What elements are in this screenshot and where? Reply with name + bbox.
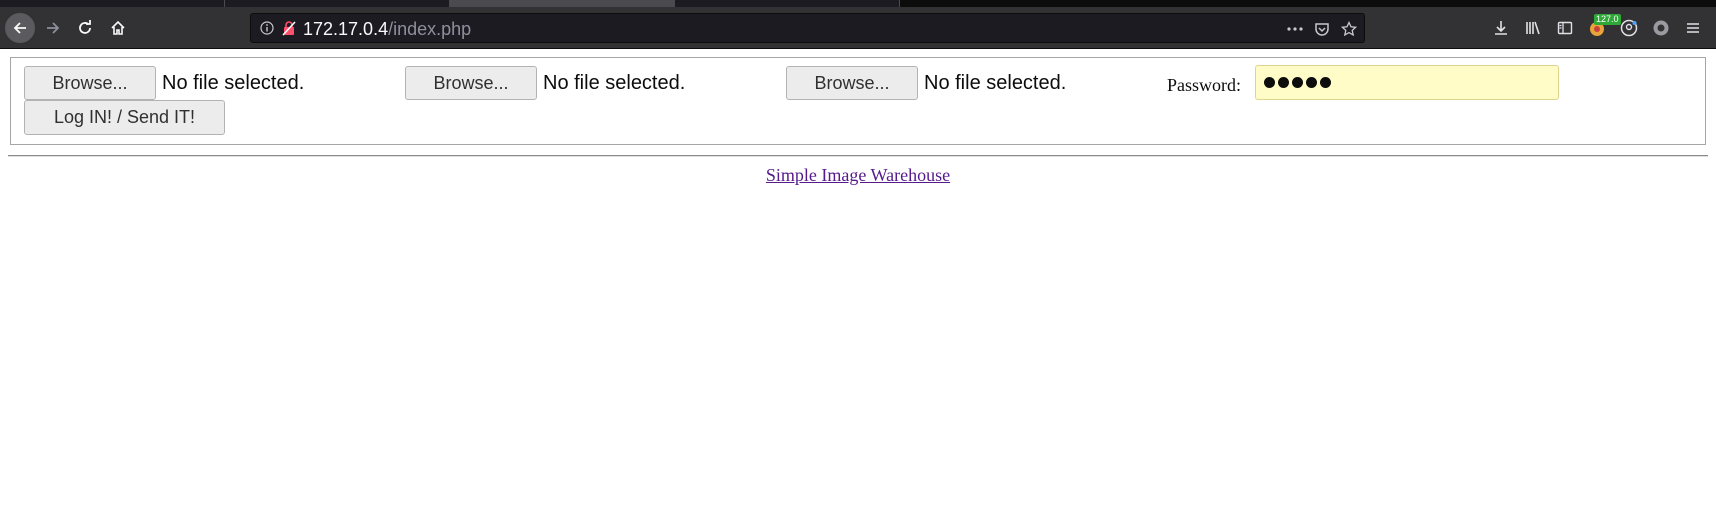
account-icon[interactable]	[1613, 16, 1645, 40]
password-mask-dot	[1320, 77, 1331, 88]
file-status: No file selected.	[924, 71, 1067, 94]
tab-strip	[0, 0, 1716, 7]
browse-button[interactable]: Browse...	[405, 66, 537, 100]
footer: Simple Image Warehouse	[0, 165, 1716, 186]
file-status: No file selected.	[543, 71, 686, 94]
extension-circle-icon[interactable]	[1645, 16, 1677, 40]
info-icon[interactable]	[259, 20, 275, 36]
file-status: No file selected.	[162, 71, 305, 94]
password-input[interactable]	[1255, 65, 1559, 100]
forward-arrow-icon[interactable]	[38, 13, 68, 43]
pocket-icon[interactable]	[1313, 19, 1331, 39]
menu-icon[interactable]	[1677, 16, 1709, 40]
tab[interactable]	[675, 0, 900, 7]
file-input-2[interactable]: Browse... No file selected.	[405, 66, 685, 100]
password-mask-dot	[1264, 77, 1275, 88]
tab[interactable]	[0, 0, 225, 7]
password-mask-dot	[1278, 77, 1289, 88]
url-path: /index.php	[388, 19, 472, 39]
page-actions-icon[interactable]	[1286, 19, 1304, 39]
password-mask-dot	[1292, 77, 1303, 88]
tab[interactable]	[225, 0, 450, 7]
horizontal-divider	[8, 155, 1708, 157]
url-text[interactable]: 172.17.0.4/index.php	[303, 19, 471, 39]
reload-icon[interactable]	[70, 13, 100, 43]
browse-button[interactable]: Browse...	[24, 66, 156, 100]
login-send-button[interactable]: Log IN! / Send IT!	[24, 100, 225, 135]
sidebar-icon[interactable]	[1549, 16, 1581, 40]
insecure-lock-icon[interactable]	[281, 20, 297, 36]
back-arrow-icon[interactable]	[5, 13, 35, 43]
page-content: Browse... No file selected. Browse... No…	[0, 50, 1716, 521]
bookmark-star-icon[interactable]	[1340, 19, 1358, 39]
navigation-toolbar: 172.17.0.4/index.php 127.0	[0, 7, 1716, 49]
downloads-icon[interactable]	[1485, 16, 1517, 40]
password-mask-dot	[1306, 77, 1317, 88]
file-input-3[interactable]: Browse... No file selected.	[786, 66, 1066, 100]
toolbar-right: 127.0	[1485, 14, 1709, 40]
password-label: Password:	[1167, 75, 1242, 95]
url-actions	[1286, 18, 1358, 40]
browse-button[interactable]: Browse...	[786, 66, 918, 100]
home-icon[interactable]	[103, 13, 133, 43]
file-input-1[interactable]: Browse... No file selected.	[24, 66, 304, 100]
url-host: 172.17.0.4	[303, 19, 389, 39]
library-icon[interactable]	[1517, 16, 1549, 40]
upload-form: Browse... No file selected. Browse... No…	[10, 57, 1706, 145]
container-extension-icon[interactable]: 127.0	[1581, 14, 1621, 40]
simple-image-warehouse-link[interactable]: Simple Image Warehouse	[766, 165, 950, 185]
tab-active[interactable]	[450, 0, 675, 7]
url-bar[interactable]: 172.17.0.4/index.php	[250, 13, 1365, 43]
